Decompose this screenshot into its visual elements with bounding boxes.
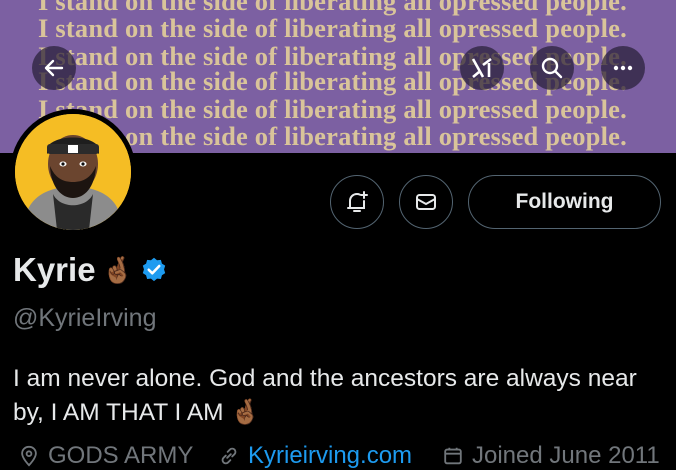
notify-button[interactable] xyxy=(330,175,384,229)
message-button[interactable] xyxy=(399,175,453,229)
profile-name-row: Kyrie 🤞🏾 xyxy=(13,253,168,286)
banner-text: I stand on the side of liberating all op… xyxy=(38,121,627,151)
profile-joined: Joined June 2011 xyxy=(442,442,660,470)
joined-text: Joined June 2011 xyxy=(472,442,660,469)
more-button[interactable] xyxy=(601,46,645,90)
banner-text: I stand on the side of liberating all op… xyxy=(38,13,627,43)
profile-bio: I am never alone. God and the ancestors … xyxy=(13,365,637,426)
link-icon xyxy=(221,447,237,465)
avatar-image xyxy=(15,114,131,230)
search-icon xyxy=(541,57,563,79)
back-arrow-icon xyxy=(44,59,64,77)
website-link[interactable]: Kyrieirving.com xyxy=(248,442,412,470)
back-button[interactable] xyxy=(32,46,76,90)
more-icon xyxy=(613,65,633,71)
profile-location: GODS ARMY xyxy=(18,442,193,470)
verified-badge-icon[interactable] xyxy=(140,256,168,284)
grok-button[interactable] xyxy=(460,46,504,90)
profile-handle: @KyrieIrving xyxy=(13,304,157,332)
bell-plus-icon xyxy=(347,191,368,212)
banner-text: I stand on the side of liberating all op… xyxy=(38,94,627,124)
avatar-illustration xyxy=(15,114,131,230)
location-text: GODS ARMY xyxy=(48,442,194,469)
name-emoji: 🤞🏾 xyxy=(101,254,134,285)
location-pin-icon xyxy=(21,445,37,467)
calendar-icon xyxy=(444,447,462,465)
banner-text: I stand on the side of liberating all op… xyxy=(38,66,627,96)
avatar[interactable] xyxy=(10,109,136,235)
display-name: Kyrie xyxy=(13,251,96,288)
envelope-icon xyxy=(416,194,436,210)
grok-icon xyxy=(471,57,492,78)
profile-website[interactable]: Kyrieirving.com xyxy=(218,442,412,470)
following-button[interactable]: Following xyxy=(468,175,661,229)
search-button[interactable] xyxy=(530,46,574,90)
